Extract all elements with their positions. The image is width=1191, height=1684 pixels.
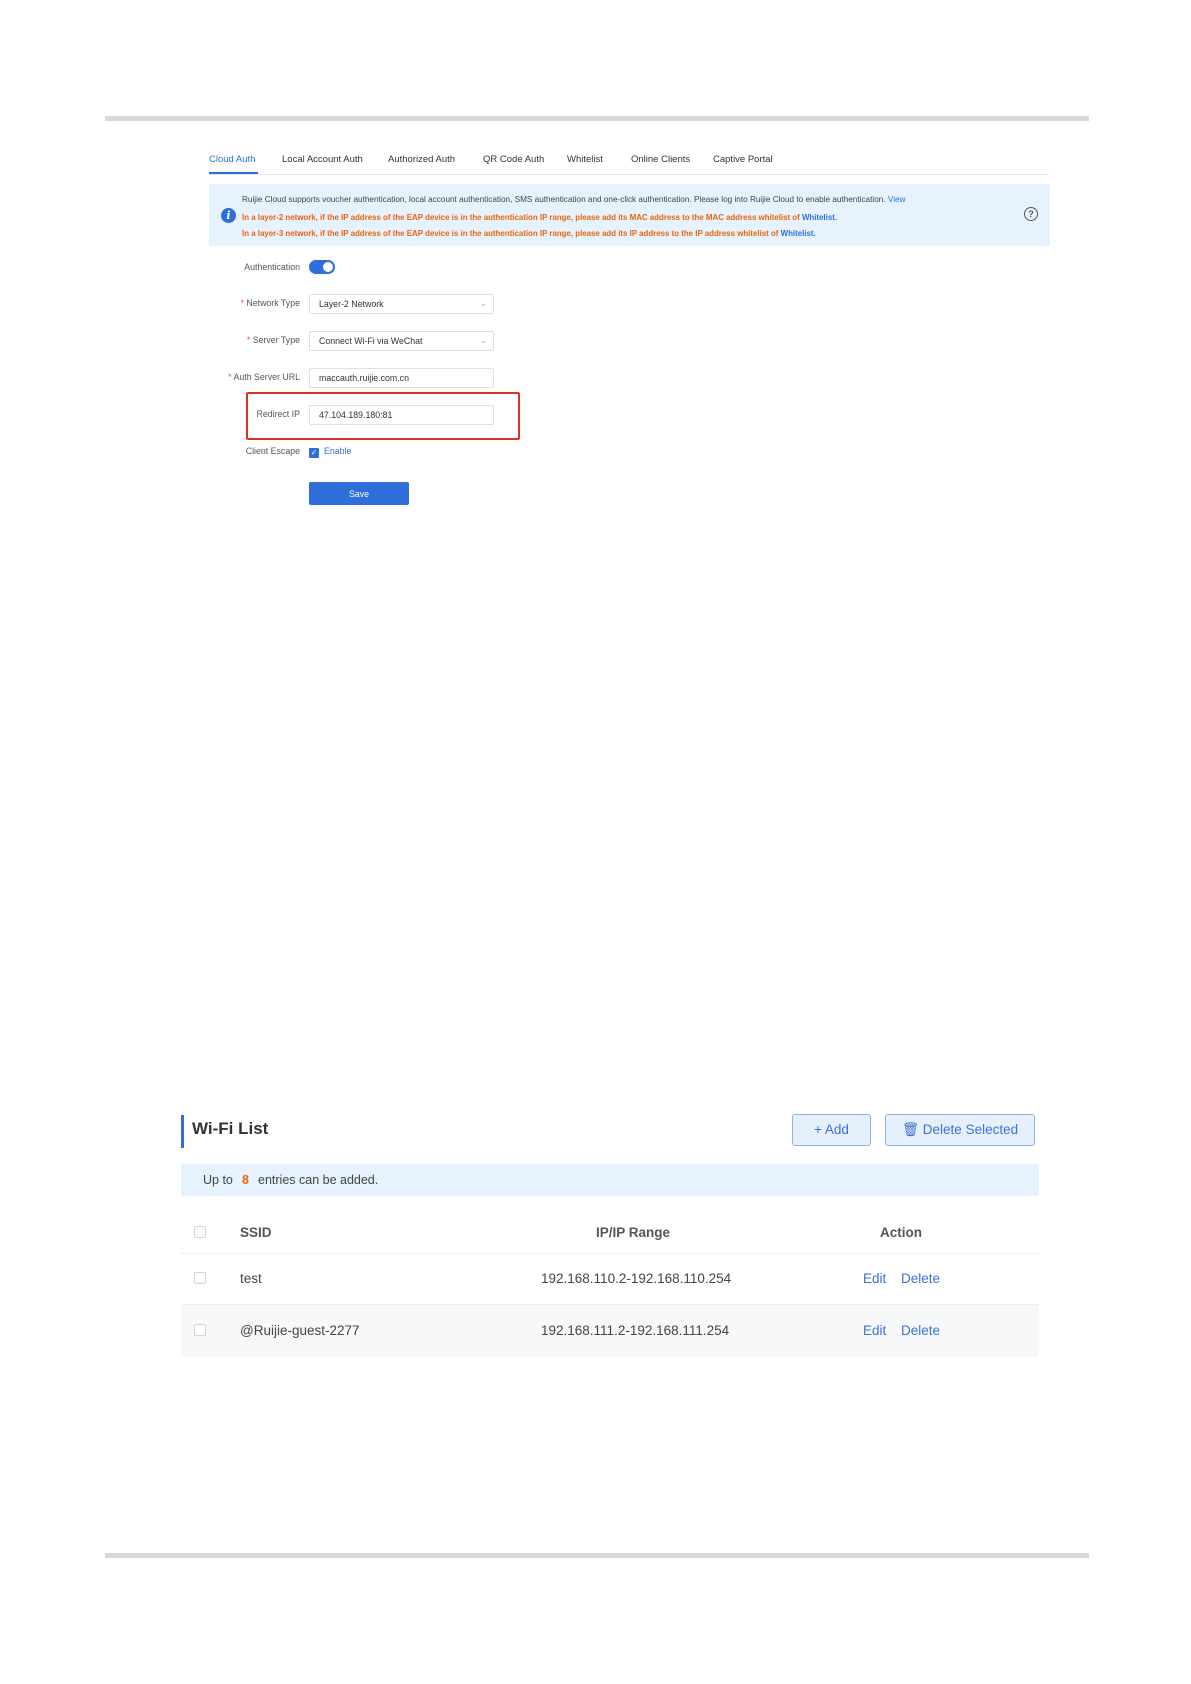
ip-range-cell: 192.168.110.2-192.168.110.254 [541,1271,732,1286]
network-type-label: * Network Type [240,298,300,308]
column-header-ip-range: IP/IP Range [596,1225,671,1240]
auth-server-url-input[interactable]: maccauth.ruijie.com.cn [309,368,494,388]
header-divider [181,1253,1039,1254]
column-header-action: Action [880,1225,922,1240]
tab-cloud-auth[interactable]: Cloud Auth [209,154,255,165]
redirect-ip-input[interactable]: 47.104.189.180:81 [309,405,494,425]
limit-count: 8 [242,1173,249,1187]
notice-line-1: Ruijie Cloud supports voucher authentica… [242,195,906,204]
column-header-ssid: SSID [240,1225,272,1240]
info-notice: i Ruijie Cloud supports voucher authenti… [209,184,1050,246]
whitelist-link-ip[interactable]: Whitelist. [781,229,816,238]
whitelist-link-mac[interactable]: Whitelist. [802,213,837,222]
toggle-knob [323,262,333,272]
info-icon: i [221,208,236,223]
tab-whitelist[interactable]: Whitelist [567,154,603,165]
auth-tabs: Cloud Auth Local Account Auth Authorized… [209,154,1049,175]
trash-icon: 🗑 [901,1122,920,1137]
chevron-down-icon: ⌄ [480,336,487,345]
tab-online-clients[interactable]: Online Clients [631,154,690,165]
chevron-down-icon: ⌄ [480,299,487,308]
limit-prefix: Up to [203,1173,233,1187]
tab-captive-portal[interactable]: Captive Portal [713,154,773,165]
network-type-select[interactable]: Layer-2 Network ⌄ [309,294,494,314]
row-checkbox[interactable] [194,1324,206,1336]
page-footer-rule [105,1553,1089,1558]
ip-range-cell: 192.168.111.2-192.168.111.254 [541,1323,730,1338]
edit-link[interactable]: Edit [863,1271,886,1286]
auth-server-url-label: * Auth Server URL [228,372,300,382]
ssid-cell: @Ruijie-guest-2277 [240,1323,360,1338]
server-type-label: * Server Type [246,335,300,345]
server-type-select[interactable]: Connect Wi-Fi via WeChat ⌄ [309,331,494,351]
save-button[interactable]: Save [309,482,409,505]
tab-authorized-auth[interactable]: Authorized Auth [388,154,455,165]
tab-qr-code-auth[interactable]: QR Code Auth [483,154,544,165]
view-link[interactable]: View [888,195,906,204]
client-escape-enable-label[interactable]: Enable [324,446,351,456]
help-icon[interactable]: ? [1024,207,1038,221]
entries-limit-notice: Up to 8 entries can be added. [181,1164,1039,1196]
edit-link[interactable]: Edit [863,1323,886,1338]
section-accent-bar [181,1115,184,1148]
page-header-rule [105,116,1089,121]
authentication-label: Authentication [244,262,300,272]
client-escape-checkbox[interactable]: ✓ [309,448,319,458]
notice-line-3: In a layer-3 network, if the IP address … [242,229,816,238]
redirect-ip-label: Redirect IP [256,409,300,419]
wifi-list-title: Wi-Fi List [192,1119,269,1138]
delete-link[interactable]: Delete [901,1271,940,1286]
limit-suffix: entries can be added. [258,1173,379,1187]
client-escape-label: Client Escape [245,446,300,456]
tab-local-account-auth[interactable]: Local Account Auth [282,154,363,165]
notice-line-2: In a layer-2 network, if the IP address … [242,213,838,222]
authentication-toggle[interactable] [309,260,335,274]
add-button[interactable]: + Add [792,1114,871,1146]
delete-selected-button[interactable]: 🗑 Delete Selected [885,1114,1035,1146]
delete-link[interactable]: Delete [901,1323,940,1338]
select-all-checkbox[interactable] [194,1226,206,1238]
ssid-cell: test [240,1271,262,1286]
active-tab-indicator [209,172,258,174]
row-checkbox[interactable] [194,1272,206,1284]
